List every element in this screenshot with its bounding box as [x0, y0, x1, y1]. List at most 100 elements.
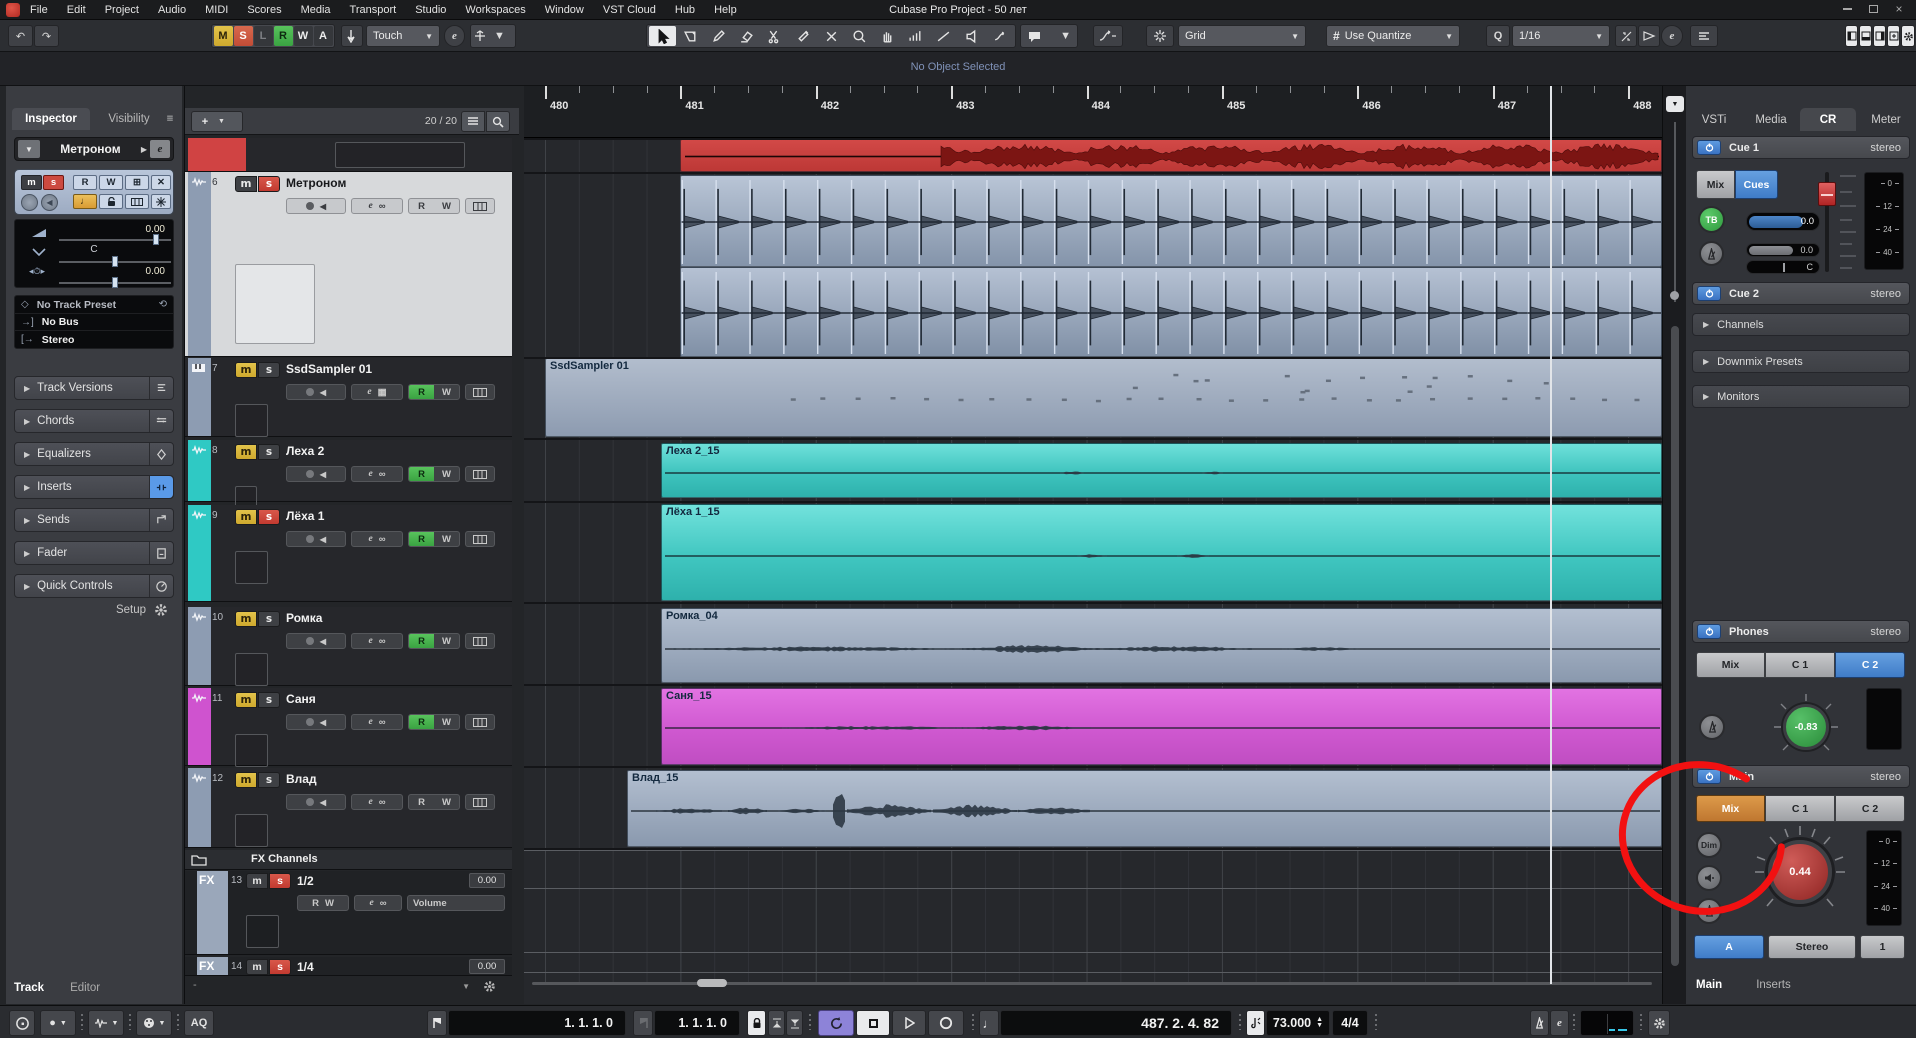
snap-button[interactable] — [1146, 25, 1174, 47]
record-icon[interactable] — [305, 637, 314, 645]
close-button[interactable]: × — [1886, 0, 1912, 18]
read-button[interactable]: R — [409, 795, 434, 809]
inspector-menu-icon[interactable]: ≡ — [162, 108, 178, 130]
lanes-pill[interactable] — [465, 198, 495, 214]
mute-button[interactable]: m — [246, 959, 268, 975]
lanes-pill[interactable] — [465, 531, 495, 547]
scrub-tool[interactable] — [987, 26, 1014, 46]
phones-click-icon[interactable] — [1699, 714, 1725, 740]
footer-minus[interactable]: - — [193, 979, 197, 991]
lanes-pill[interactable] — [465, 466, 495, 482]
read-button[interactable]: R — [409, 715, 434, 729]
color-tool-dropdown[interactable]: ▼ — [1020, 24, 1078, 48]
solo-button[interactable]: s — [258, 509, 280, 525]
footer-collapse-icon[interactable]: ▼ — [462, 982, 470, 991]
main-c2-button[interactable]: C 2 — [1835, 795, 1905, 822]
record-icon[interactable] — [305, 470, 314, 478]
tab-editor[interactable]: Editor — [70, 982, 100, 994]
track-row-folder[interactable]: FX Channels — [185, 850, 512, 870]
freeze-snowflake-icon[interactable] — [151, 194, 171, 209]
quick-controls-icon[interactable] — [149, 575, 173, 597]
main-stereo-button[interactable]: Stereo — [1768, 935, 1856, 959]
audio-event-leha2[interactable]: Леха 2_15 — [661, 443, 1662, 498]
fx-value-box[interactable]: 0.00 — [469, 873, 505, 888]
monitor-icon[interactable]: ◀ — [320, 718, 326, 727]
cue1-header[interactable]: Cue 1 stereo — [1692, 136, 1910, 159]
tempo-field[interactable]: 73.000 ▲ ▼ — [1266, 1010, 1330, 1036]
mute-button[interactable]: m — [235, 362, 257, 378]
chords-icon[interactable] — [149, 410, 173, 432]
fader-icon[interactable] — [149, 542, 173, 564]
tab-visibility[interactable]: Visibility — [98, 108, 160, 130]
audio-event-leha1[interactable]: Лёха 1_15 — [661, 504, 1662, 601]
swing-icon[interactable] — [1638, 25, 1660, 47]
tab-cr[interactable]: CR — [1800, 108, 1856, 131]
inspector-section-equalizers[interactable]: ▶ Equalizers — [14, 442, 174, 466]
range-selection-tool[interactable] — [677, 26, 704, 46]
tab-main[interactable]: Main — [1696, 979, 1722, 991]
menu-hub[interactable]: Hub — [675, 4, 695, 16]
record-monitor-pill[interactable]: ◀ — [286, 384, 346, 400]
menu-midi[interactable]: MIDI — [205, 4, 228, 16]
click-settings-button[interactable]: e — [1550, 1010, 1569, 1036]
search-icon[interactable] — [486, 111, 510, 132]
menu-audio[interactable]: Audio — [158, 4, 186, 16]
equalizers-icon[interactable] — [149, 443, 173, 465]
record-monitor-pill[interactable]: ◀ — [286, 198, 346, 214]
read-button[interactable]: R — [73, 175, 97, 190]
cue2-header[interactable]: Cue 2 stereo — [1692, 282, 1910, 305]
write-button[interactable]: W — [434, 532, 459, 546]
audio-event-red[interactable] — [680, 139, 1662, 172]
minimize-button[interactable] — [1834, 0, 1860, 18]
write-button[interactable]: W — [434, 795, 459, 809]
collapse-arrow-icon[interactable]: ▼ — [18, 140, 40, 158]
record-monitor-pill[interactable]: ◀ — [286, 531, 346, 547]
automation-arrow-button[interactable] — [341, 25, 363, 47]
inspector-section-inserts[interactable]: ▶ Inserts — [14, 475, 174, 499]
edit-link-pill[interactable]: e ∞ — [351, 198, 403, 214]
automation-pill[interactable]: RW — [408, 714, 460, 730]
power-icon[interactable] — [1697, 140, 1721, 155]
track-row-Ромка[interactable]: 10 m s Ромка ◀ e ∞ R W — [185, 607, 512, 686]
monitor-button[interactable]: ◀ — [41, 194, 58, 211]
metronome-click-button[interactable] — [1530, 1010, 1549, 1036]
solo-button[interactable]: s — [258, 772, 280, 788]
solo-button[interactable]: s — [258, 176, 280, 192]
vertical-scrollbar-thumb[interactable] — [1671, 326, 1679, 966]
record-icon[interactable] — [305, 388, 314, 396]
menu-scores[interactable]: Scores — [247, 4, 281, 16]
mute-button[interactable]: m — [235, 444, 257, 460]
ruler-options-icon[interactable]: ▼ — [1666, 96, 1684, 112]
metronome-clicks-left[interactable] — [680, 175, 1662, 267]
expand-arrow-icon[interactable]: ▶ — [141, 145, 147, 154]
musical-mode-button[interactable]: ♩ — [73, 194, 97, 209]
iterative-quantize-button[interactable]: Q — [1486, 25, 1510, 47]
tab-media[interactable]: Media — [1742, 108, 1800, 131]
edit-channel-button[interactable]: e — [150, 140, 170, 158]
main-speaker-icon[interactable] — [1696, 865, 1722, 891]
cycle-button[interactable] — [818, 1010, 854, 1036]
write-button[interactable]: W — [434, 715, 459, 729]
vertical-zoom-handle[interactable] — [1670, 291, 1679, 300]
input-routing-row[interactable]: →] No Bus — [15, 314, 173, 331]
lower-zone-toggle[interactable] — [1859, 25, 1872, 47]
play-order-tool[interactable] — [902, 26, 929, 46]
track-row-partial[interactable] — [185, 138, 512, 172]
cue1-click-pan[interactable]: C — [1746, 260, 1820, 274]
automation-pill[interactable]: RW — [408, 384, 460, 400]
lanes-pill[interactable] — [465, 384, 495, 400]
edit-link-pill[interactable]: e ∞ — [354, 895, 402, 911]
fx-track-row-1/2[interactable]: FX 13 m s 1/2 0.00 R W e ∞ Volume — [185, 871, 512, 955]
record-icon[interactable] — [305, 798, 314, 806]
automation-r-button[interactable]: R — [273, 26, 293, 46]
track-row-Лёха 1[interactable]: 9 m s Лёха 1 ◀ e ∞ R W — [185, 505, 512, 602]
mute-button[interactable]: m — [21, 175, 42, 190]
midi-part-ssdsampler[interactable]: SsdSampler 01 — [545, 358, 1662, 437]
right-zone-toggle[interactable] — [1873, 25, 1886, 47]
edit-link-pill[interactable]: e ∞ — [351, 531, 403, 547]
monitor-icon[interactable]: ◀ — [320, 388, 326, 397]
menu-window[interactable]: Window — [545, 4, 584, 16]
track-versions-icon[interactable] — [149, 377, 173, 399]
mute-button[interactable]: m — [235, 509, 257, 525]
edit-link-pill[interactable]: e ∞ — [351, 466, 403, 482]
